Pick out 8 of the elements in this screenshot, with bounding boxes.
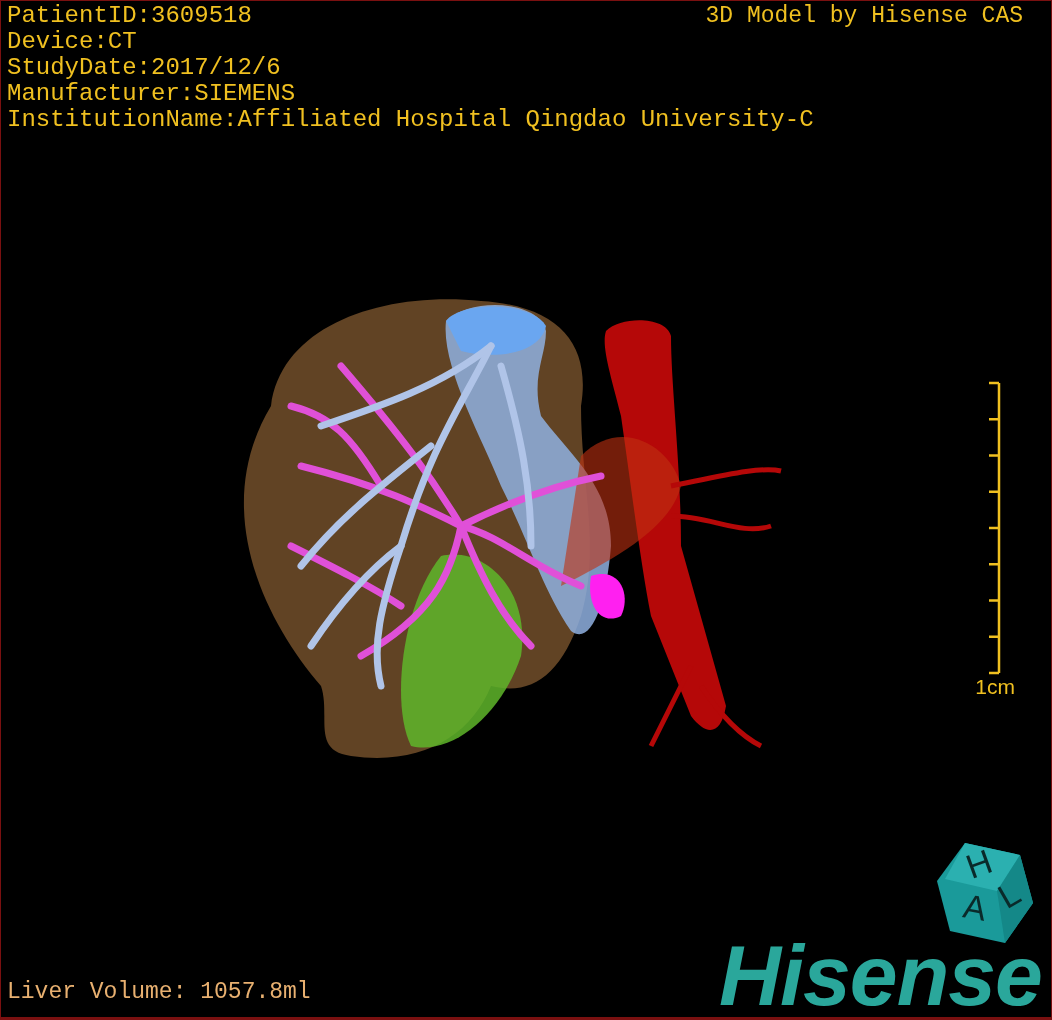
study-info-text: PatientID:3609518 <box>7 3 252 29</box>
study-info-text: Device:CT <box>7 29 137 55</box>
scale-label: 1cm <box>975 675 1015 699</box>
liver-volume-text: Liver Volume: 1057.8ml <box>7 978 311 1006</box>
study-info-text: Manufacturer:SIEMENS <box>7 81 296 107</box>
study-info-text: InstitutionName:Affiliated Hospital Qingdao University-C <box>7 107 814 133</box>
study-info-text: StudyDate:2017/12/6 <box>7 55 281 81</box>
credit-text: 3D Model by Hisense CAS <box>705 3 1023 29</box>
